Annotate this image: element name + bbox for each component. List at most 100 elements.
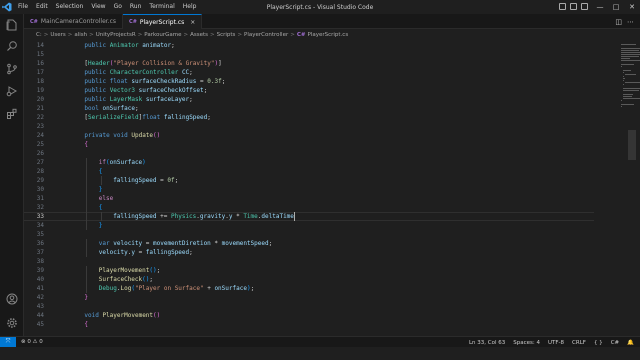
code-line[interactable]: 20 public LayerMask surfaceLayer; bbox=[24, 95, 594, 104]
minimap-line bbox=[623, 84, 624, 85]
indent-guide bbox=[100, 176, 102, 185]
account-icon[interactable] bbox=[5, 292, 19, 306]
run-debug-icon[interactable] bbox=[5, 84, 19, 98]
search-icon[interactable] bbox=[5, 39, 19, 53]
language-mode[interactable]: C# bbox=[611, 340, 619, 346]
explorer-icon[interactable] bbox=[5, 18, 19, 32]
code-line[interactable]: 30} bbox=[24, 185, 594, 194]
close-window-button[interactable]: ✕ bbox=[624, 0, 640, 14]
language-mode-icon[interactable]: { } bbox=[594, 340, 603, 346]
extensions-icon[interactable] bbox=[5, 107, 19, 121]
menu-run[interactable]: Run bbox=[126, 0, 146, 14]
toggle-secondary-sidebar-icon[interactable] bbox=[581, 3, 588, 10]
more-actions-icon[interactable]: ⋯ bbox=[627, 18, 634, 26]
code-line[interactable]: 24 private void Update() bbox=[24, 131, 594, 140]
code-line[interactable]: 17 public CharacterController CC; bbox=[24, 68, 594, 77]
line-endings[interactable]: CRLF bbox=[572, 340, 586, 346]
menu-help[interactable]: Help bbox=[179, 0, 201, 14]
code-line[interactable]: 26 bbox=[24, 149, 594, 158]
code-editor[interactable]: 14 public Animator animator; 15 16 [Header("… bbox=[24, 40, 640, 336]
chevron-right-icon: > bbox=[43, 31, 49, 38]
code-line[interactable]: 18 public float surfaceCheckRadius = 0.3f… bbox=[24, 77, 594, 86]
file-encoding[interactable]: UTF-8 bbox=[548, 340, 564, 346]
settings-gear-icon[interactable] bbox=[5, 316, 19, 330]
scrollbar-thumb[interactable] bbox=[628, 130, 636, 160]
code-line[interactable]: 39 PlayerMovement(); bbox=[24, 266, 594, 275]
line-number: 18 bbox=[36, 78, 44, 85]
code-line[interactable]: 34} bbox=[24, 221, 594, 230]
toggle-sidebar-icon[interactable] bbox=[559, 3, 566, 10]
breadcrumb-item[interactable]: UnityProjectsR bbox=[96, 32, 136, 38]
close-tab-icon[interactable]: × bbox=[190, 19, 195, 26]
chevron-right-icon: > bbox=[67, 31, 73, 38]
code-line[interactable]: 38 bbox=[24, 257, 594, 266]
code-line[interactable]: 40 SurfaceCheck(); bbox=[24, 275, 594, 284]
line-number: 16 bbox=[36, 60, 44, 67]
tab-player-script[interactable]: C# PlayerScript.cs × bbox=[123, 14, 203, 29]
code-token: fallingSpeed bbox=[113, 177, 157, 184]
code-line[interactable]: 32 { bbox=[24, 203, 594, 212]
code-token: * bbox=[232, 213, 244, 220]
minimap-line bbox=[621, 50, 639, 51]
code-line[interactable]: 16 [Header("Player Collision & Gravity")] bbox=[24, 59, 594, 68]
code-line[interactable]: 14 public Animator animator; bbox=[24, 41, 594, 50]
code-line[interactable]: 25 { bbox=[24, 140, 594, 149]
tab-label: MainCameraController.cs bbox=[40, 18, 117, 25]
menu-file[interactable]: File bbox=[14, 0, 32, 14]
breadcrumb-item[interactable]: C: bbox=[36, 32, 42, 38]
code-line[interactable]: 23 bbox=[24, 122, 594, 131]
indentation[interactable]: Spaces: 4 bbox=[513, 340, 540, 346]
menu-terminal[interactable]: Terminal bbox=[145, 0, 178, 14]
code-token: public float bbox=[84, 78, 132, 85]
indent-guide bbox=[86, 239, 88, 248]
maximize-button[interactable]: □ bbox=[608, 0, 624, 14]
breadcrumb-item[interactable]: PlayerController bbox=[244, 32, 288, 38]
code-text: var velocity = movementDiretion * moveme… bbox=[99, 239, 272, 248]
notifications-bell-icon[interactable]: 🔔 bbox=[627, 340, 634, 346]
breadcrumb-item[interactable]: Users bbox=[50, 32, 65, 38]
code-line[interactable]: 42} bbox=[24, 293, 594, 302]
code-line[interactable]: 21 bool onSurface; bbox=[24, 104, 594, 113]
line-number: 40 bbox=[36, 276, 44, 283]
breadcrumb-item[interactable]: PlayerScript.cs bbox=[307, 32, 348, 38]
toggle-panel-icon[interactable] bbox=[570, 3, 577, 10]
code-line[interactable]: 15 bbox=[24, 50, 594, 59]
code-text: private void Update() bbox=[84, 131, 160, 140]
cursor-position[interactable]: Ln 33, Col 63 bbox=[469, 340, 505, 346]
breadcrumb-item[interactable]: Assets bbox=[190, 32, 208, 38]
menu-bar: File Edit Selection View Go Run Terminal… bbox=[14, 0, 200, 14]
split-editor-icon[interactable]: ◫ bbox=[615, 18, 622, 26]
code-line[interactable]: 35 bbox=[24, 230, 594, 239]
breadcrumb-item[interactable]: alish bbox=[74, 32, 87, 38]
code-token: ; bbox=[268, 240, 273, 247]
code-line[interactable]: 31 else bbox=[24, 194, 594, 203]
source-control-icon[interactable] bbox=[5, 62, 19, 76]
breadcrumb-item[interactable]: Scripts bbox=[217, 32, 236, 38]
code-line[interactable]: 45 { bbox=[24, 320, 594, 329]
code-line[interactable]: 29 fallingSpeed = 0f; bbox=[24, 176, 594, 185]
code-text: bool onSurface; bbox=[84, 104, 138, 113]
problems-indicator[interactable]: ⊗ 0 ⚠ 0 bbox=[21, 339, 43, 345]
code-line[interactable]: 44 void PlayerMovement() bbox=[24, 311, 594, 320]
code-token: SurfaceCheck bbox=[98, 276, 143, 283]
remote-icon[interactable]: ⤧ bbox=[0, 336, 16, 348]
code-line[interactable]: 28 { bbox=[24, 167, 594, 176]
breadcrumb-item[interactable]: ParkourGame bbox=[144, 32, 181, 38]
code-line[interactable]: 37 velocity.y = fallingSpeed; bbox=[24, 248, 594, 257]
minimize-button[interactable]: — bbox=[592, 0, 608, 14]
code-line[interactable]: 19 public Vector3 surfaceCheckOffset; bbox=[24, 86, 594, 95]
code-line[interactable]: 36 var velocity = movementDiretion * move… bbox=[24, 239, 594, 248]
menu-go[interactable]: Go bbox=[110, 0, 126, 14]
window-controls: — □ ✕ bbox=[592, 0, 640, 14]
code-line[interactable]: 22 [SerializeField]float fallingSpeed; bbox=[24, 113, 594, 122]
code-line[interactable]: 27 if(onSurface) bbox=[24, 158, 594, 167]
code-token: } bbox=[98, 186, 103, 193]
code-line[interactable]: 33 fallingSpeed += Physics.gravity.y * Ti… bbox=[24, 212, 594, 221]
minimap[interactable] bbox=[619, 40, 640, 336]
menu-edit[interactable]: Edit bbox=[32, 0, 52, 14]
code-line[interactable]: 43 bbox=[24, 302, 594, 311]
code-line[interactable]: 41 Debug.Log("Player on Surface" + onSurf… bbox=[24, 284, 594, 293]
menu-view[interactable]: View bbox=[87, 0, 109, 14]
tab-main-camera-controller[interactable]: C# MainCameraController.cs bbox=[24, 14, 124, 29]
menu-selection[interactable]: Selection bbox=[52, 0, 88, 14]
